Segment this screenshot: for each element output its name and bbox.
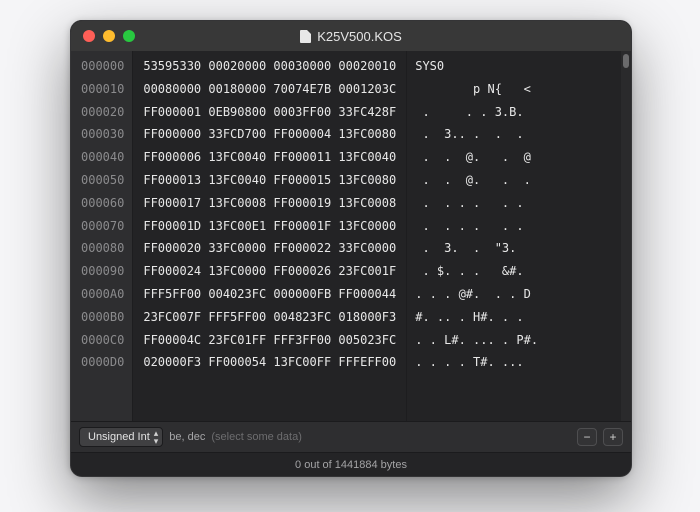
minus-button[interactable]: −: [577, 428, 597, 446]
chevron-updown-icon: ▴▾: [154, 429, 159, 445]
zoom-icon[interactable]: [123, 30, 135, 42]
type-picker[interactable]: Unsigned Int ▴▾: [79, 427, 163, 447]
scrollbar[interactable]: [621, 51, 631, 421]
hex-column[interactable]: 53595330 00020000 00030000 00020010 0008…: [133, 51, 407, 421]
type-picker-label: Unsigned Int: [88, 431, 150, 443]
status-bar: 0 out of 1441884 bytes: [71, 452, 631, 477]
inspector-placeholder: (select some data): [211, 431, 301, 443]
window-title: K25V500.KOS: [71, 29, 631, 44]
minimize-icon[interactable]: [103, 30, 115, 42]
title-text: K25V500.KOS: [317, 29, 402, 44]
inspector-toolbar: Unsigned Int ▴▾ be, dec (select some dat…: [71, 421, 631, 452]
traffic-lights: [83, 30, 135, 42]
offset-column: 000000 000010 000020 000030 000040 00005…: [71, 51, 133, 421]
hex-body: 000000 000010 000020 000030 000040 00005…: [71, 51, 631, 421]
plus-button[interactable]: +: [603, 428, 623, 446]
hex-editor-window: K25V500.KOS 000000 000010 000020 000030 …: [70, 20, 632, 477]
close-icon[interactable]: [83, 30, 95, 42]
ascii-column[interactable]: SYS0 p N{ < . . . 3.B. . 3.. . . . . . @…: [407, 51, 621, 421]
format-label[interactable]: be, dec: [169, 431, 205, 443]
file-icon: [300, 30, 311, 43]
status-text: 0 out of 1441884 bytes: [295, 459, 407, 471]
scrollbar-thumb[interactable]: [623, 54, 629, 68]
titlebar[interactable]: K25V500.KOS: [71, 21, 631, 51]
